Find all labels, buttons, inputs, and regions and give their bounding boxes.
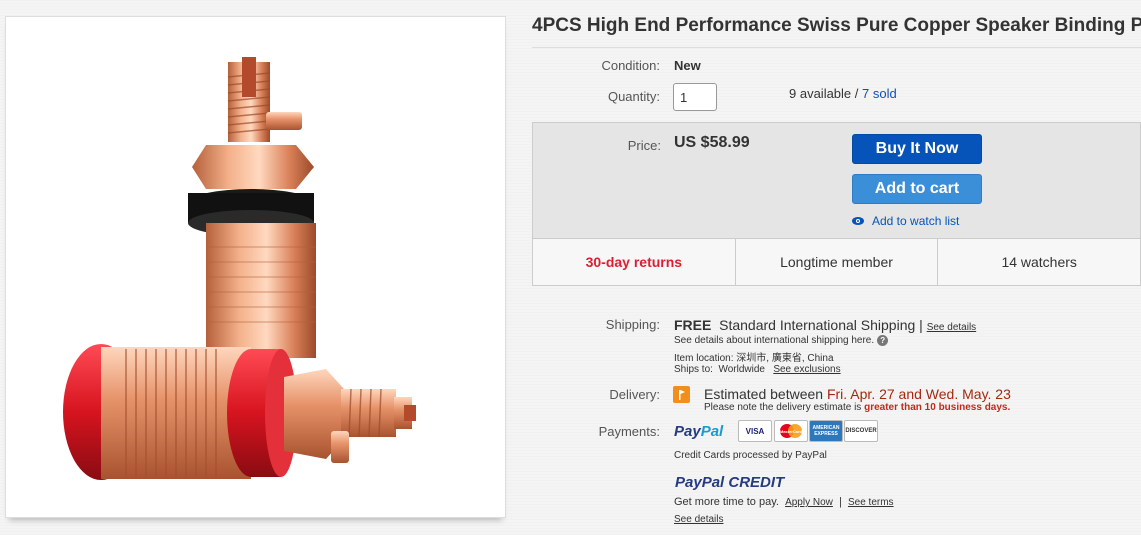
paypal-credit-text: Get more time to pay. Apply Now | See te… — [674, 496, 894, 508]
paypal-credit-logo: PayPal CREDIT — [675, 474, 785, 491]
quantity-label: Quantity: — [607, 89, 660, 104]
quantity-input[interactable] — [673, 83, 717, 111]
price-label: Price: — [627, 138, 661, 153]
delivery-note: Please note the delivery estimate is gre… — [704, 402, 1011, 413]
paypal-logo: PayPal — [674, 423, 724, 440]
delivery-estimate: Estimated between Fri. Apr. 27 and Wed. … — [704, 386, 1011, 402]
shipping-note: See details about international shipping… — [674, 335, 889, 346]
delivery-label: Delivery: — [609, 387, 660, 402]
item-location: Item location: 深圳市, 廣東省, China — [674, 353, 834, 364]
apply-now-link[interactable]: Apply Now — [785, 497, 833, 508]
payments-see-details-link[interactable]: See details — [674, 514, 723, 525]
payments-see-details: See details — [674, 514, 723, 525]
member-badge: Longtime member — [736, 239, 939, 285]
payments-label: Payments: — [598, 424, 660, 439]
binding-post-illustration — [63, 57, 416, 480]
svg-text:MasterCard: MasterCard — [780, 429, 803, 434]
price-value: US $58.99 — [674, 134, 750, 151]
eye-icon — [852, 217, 864, 225]
shipping-value: FREE Standard International Shipping | S… — [674, 317, 977, 333]
shipping-see-details-link[interactable]: See details — [927, 322, 976, 333]
buy-box: Price: US $58.99 Buy It Now Add to cart … — [532, 122, 1141, 286]
see-exclusions-link[interactable]: See exclusions — [773, 364, 840, 375]
discover-card-icon: DISCOVER — [844, 420, 878, 442]
title-divider — [532, 47, 1141, 48]
visa-card-icon: VISA — [738, 420, 772, 442]
returns-badge[interactable]: 30-day returns — [533, 239, 736, 285]
amex-card-icon: AMERICAN EXPRESS — [809, 420, 843, 442]
sold-link[interactable]: 7 sold — [862, 86, 897, 101]
add-to-cart-button[interactable]: Add to cart — [852, 174, 982, 204]
ships-to: Ships to: Worldwide See exclusions — [674, 364, 841, 375]
see-terms-link[interactable]: See terms — [848, 497, 894, 508]
mastercard-icon: MasterCard — [774, 420, 808, 442]
watch-list-label: Add to watch list — [872, 214, 960, 228]
product-image[interactable] — [5, 16, 506, 518]
condition-value: New — [674, 58, 701, 73]
item-title: 4PCS High End Performance Swiss Pure Cop… — [532, 15, 1141, 36]
availability: 9 available / 7 sold — [789, 86, 897, 101]
buy-it-now-button[interactable]: Buy It Now — [852, 134, 982, 164]
shipping-label: Shipping: — [605, 317, 660, 332]
card-processing-note: Credit Cards processed by PayPal — [674, 450, 827, 461]
watchers-count: 14 watchers — [1001, 254, 1077, 270]
add-to-watch-list-link[interactable]: Add to watch list — [852, 214, 959, 228]
delivery-flag-icon — [673, 386, 690, 403]
condition-label: Condition: — [601, 58, 660, 73]
help-icon[interactable]: ? — [877, 335, 889, 346]
stats-bar: 30-day returns Longtime member 14 watche… — [533, 238, 1140, 285]
available-count: 9 available — [789, 86, 852, 101]
